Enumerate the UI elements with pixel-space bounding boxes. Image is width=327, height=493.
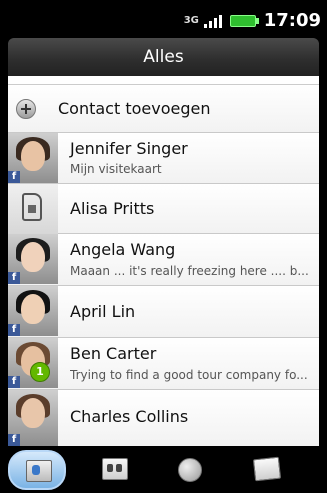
status-bar: 3G 17:09	[0, 0, 327, 38]
notification-badge: 1	[30, 362, 50, 382]
plus-circle-icon	[16, 99, 36, 119]
add-contact-label: Contact toevoegen	[58, 99, 211, 118]
add-contact-button[interactable]: Contact toevoegen	[8, 84, 319, 133]
contact-row[interactable]: f April Lin	[8, 286, 319, 338]
contact-name: Ben Carter	[70, 344, 157, 363]
contact-row[interactable]: f Angela Wang Maaan ... it's really free…	[8, 234, 319, 286]
network-type-indicator: 3G	[183, 15, 199, 26]
group-card-icon	[102, 458, 128, 480]
contact-row[interactable]: 1 f Ben Carter Trying to find a good tou…	[8, 338, 319, 390]
status-icons: 3G 17:09	[184, 10, 321, 31]
contact-row[interactable]: f Jennifer Singer Mijn visitekaart	[8, 133, 319, 184]
signal-strength-icon	[203, 14, 222, 28]
contact-name: April Lin	[70, 302, 136, 321]
battery-icon	[229, 14, 259, 27]
contact-name: Alisa Pritts	[70, 199, 155, 218]
sim-card-icon	[8, 184, 58, 234]
contacts-list[interactable]: Contact toevoegen f Jennifer Singer Mijn…	[8, 76, 319, 446]
contact-avatar: f	[8, 286, 58, 336]
groups-tab[interactable]	[86, 450, 144, 490]
page-title: Alles	[143, 47, 184, 67]
contact-card-icon	[26, 460, 52, 482]
contact-avatar: f	[8, 234, 58, 284]
facebook-icon: f	[8, 171, 20, 183]
contact-row[interactable]: Alisa Pritts	[8, 184, 319, 234]
facebook-icon: f	[8, 434, 20, 446]
contact-avatar: f	[8, 390, 58, 446]
contact-name: Charles Collins	[70, 407, 189, 426]
bottom-tab-bar	[0, 446, 327, 493]
call-history-tab[interactable]	[238, 450, 296, 490]
contact-subtitle: Maaan ... it's really freezing here ....…	[70, 264, 309, 278]
contact-subtitle: Trying to find a good tour company fo...	[70, 368, 308, 382]
facebook-icon: f	[8, 376, 20, 388]
contact-row[interactable]: f Charles Collins	[8, 390, 319, 446]
status-time: 17:09	[263, 10, 321, 31]
contact-avatar: f	[8, 133, 58, 183]
contact-name: Jennifer Singer	[70, 139, 188, 158]
facebook-icon: f	[8, 324, 20, 336]
facebook-icon: f	[8, 272, 20, 284]
globe-icon	[178, 458, 202, 482]
online-directories-tab[interactable]	[162, 450, 220, 490]
contact-subtitle: Mijn visitekaart	[70, 162, 162, 176]
call-log-icon	[252, 456, 282, 482]
contact-avatar: 1 f	[8, 338, 58, 388]
contacts-tab[interactable]	[8, 450, 66, 490]
title-bar: Alles	[8, 38, 319, 76]
contact-name: Angela Wang	[70, 240, 176, 259]
